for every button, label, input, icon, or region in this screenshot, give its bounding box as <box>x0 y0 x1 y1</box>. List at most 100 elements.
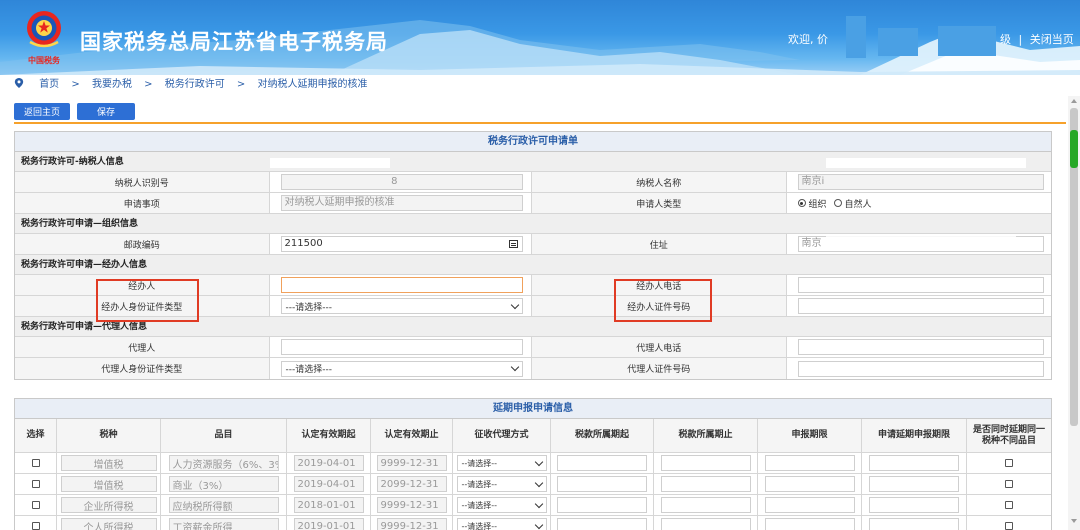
mode-select[interactable]: --请选择-- <box>456 497 547 513</box>
chevron-down-icon <box>510 300 519 309</box>
col-item: 品目 <box>161 419 287 452</box>
taxpayer-name-field: 南京i <box>797 174 1044 190</box>
chevron-down-icon <box>534 520 543 529</box>
col-valid-from: 认定有效期起 <box>287 419 371 452</box>
from-cell: 2018-01-01 <box>293 497 364 513</box>
to-cell: 2099-12-31 <box>376 476 447 492</box>
page-scrollbar[interactable] <box>1068 96 1080 530</box>
radio-org[interactable] <box>797 199 806 207</box>
period-start-input[interactable] <box>557 518 647 530</box>
breadcrumb: 首页 > 我要办税 > 税务行政许可 > 对纳税人延期申报的核准 <box>0 75 1080 95</box>
agent-phone-input[interactable] <box>797 339 1044 355</box>
scroll-marker <box>1070 130 1078 168</box>
period-end-input[interactable] <box>660 476 751 492</box>
form-row: 代理人 代理人电话 <box>15 337 1051 358</box>
same-tax-checkbox[interactable] <box>1005 522 1013 530</box>
period-end-input[interactable] <box>660 455 751 471</box>
return-home-button[interactable]: 返回主页 <box>14 103 70 120</box>
agent-input[interactable] <box>280 339 523 355</box>
handler-idtype-value: ---请选择--- <box>285 302 333 313</box>
redaction-block <box>826 158 1026 168</box>
col-valid-to: 认定有效期止 <box>371 419 453 452</box>
redaction-block <box>846 16 866 58</box>
deadline-input[interactable] <box>764 518 855 530</box>
breadcrumb-home[interactable]: 首页 <box>39 79 59 90</box>
period-start-input[interactable] <box>557 497 647 513</box>
col-same-tax: 是否同时延期同一税种不同品目 <box>972 424 1045 446</box>
emblem-caption: 中国税务 <box>28 55 60 65</box>
redaction-block <box>878 28 918 56</box>
row-checkbox[interactable] <box>31 459 40 467</box>
mode-select-value: --请选择-- <box>461 521 498 530</box>
user-level-link[interactable]: 级 <box>1000 33 1011 46</box>
same-tax-checkbox[interactable] <box>1005 459 1013 467</box>
radio-org-label: 组织 <box>808 199 827 210</box>
section-org: 税务行政许可申请—组织信息 <box>15 214 1051 234</box>
save-button[interactable]: 保存 <box>77 103 135 120</box>
item-cell: 应纳税所得额 <box>168 497 279 513</box>
table-row: 企业所得税 应纳税所得额 2018-01-01 9999-12-31 --请选择… <box>15 495 1051 516</box>
same-tax-checkbox[interactable] <box>1005 480 1013 488</box>
col-delay-deadline: 申请延期申报期限 <box>862 419 967 452</box>
redaction-block <box>938 26 996 56</box>
delay-deadline-input[interactable] <box>869 476 959 492</box>
handler-idtype-select[interactable]: ---请选择--- <box>280 298 523 314</box>
to-cell: 9999-12-31 <box>376 518 447 530</box>
agent-label: 代理人 <box>15 337 270 357</box>
breadcrumb-permit[interactable]: 税务行政许可 <box>165 79 225 90</box>
mode-select[interactable]: --请选择-- <box>456 455 547 471</box>
period-start-input[interactable] <box>557 476 647 492</box>
scroll-up-arrow-icon[interactable] <box>1071 99 1077 103</box>
radio-person[interactable] <box>833 199 842 207</box>
scroll-down-arrow-icon[interactable] <box>1071 519 1077 523</box>
applicant-type-radio-group: 组织 自然人 <box>797 197 872 210</box>
postcode-input[interactable]: 211500 <box>280 236 523 252</box>
close-page-link[interactable]: 关闭当页 <box>1030 33 1074 46</box>
agent-idno-input[interactable] <box>797 360 1044 377</box>
deadline-input[interactable] <box>764 455 855 471</box>
deadline-input[interactable] <box>764 476 855 492</box>
breadcrumb-sep: > <box>71 79 80 90</box>
same-tax-checkbox[interactable] <box>1005 501 1013 509</box>
permit-form-title: 税务行政许可申请单 <box>15 132 1051 152</box>
handler-phone-input[interactable] <box>797 277 1044 293</box>
period-end-input[interactable] <box>660 497 751 513</box>
row-checkbox[interactable] <box>31 480 40 488</box>
delay-deadline-input[interactable] <box>869 455 959 471</box>
form-row: 代理人身份证件类型 ---请选择--- 代理人证件号码 <box>15 358 1051 379</box>
chevron-down-icon <box>534 478 543 487</box>
breadcrumb-sep: > <box>144 79 153 90</box>
keyboard-icon[interactable] <box>508 240 518 248</box>
handler-input[interactable] <box>280 277 523 293</box>
breadcrumb-tax[interactable]: 我要办税 <box>92 79 132 90</box>
deadline-input[interactable] <box>764 497 855 513</box>
address-label: 住址 <box>532 234 787 254</box>
redaction-block <box>270 158 390 168</box>
table-row: 个人所得税 工资薪金所得 2019-01-01 9999-12-31 --请选择… <box>15 516 1051 530</box>
link-separator: | <box>1018 33 1023 46</box>
radio-person-label: 自然人 <box>844 199 872 210</box>
site-title: 国家税务总局江苏省电子税务局 <box>80 30 388 54</box>
mode-select[interactable]: --请选择-- <box>456 476 547 492</box>
mode-select[interactable]: --请选择-- <box>456 518 547 530</box>
taxpayer-id-label: 纳税人识别号 <box>15 172 270 192</box>
chevron-down-icon <box>534 457 543 466</box>
agent-idtype-select[interactable]: ---请选择--- <box>280 360 523 377</box>
period-start-input[interactable] <box>557 455 647 471</box>
highlight-box <box>614 279 712 322</box>
redaction-block <box>826 234 1016 248</box>
breadcrumb-sep: > <box>236 79 246 90</box>
handler-idno-input[interactable] <box>797 298 1044 314</box>
welcome-text: 欢迎, 价 <box>788 33 828 46</box>
section-handler: 税务行政许可申请—经办人信息 <box>15 255 1051 275</box>
row-checkbox[interactable] <box>31 501 40 509</box>
from-cell: 2019-01-01 <box>293 518 364 530</box>
agent-idtype-value: ---请选择--- <box>285 365 333 375</box>
tax-cell: 企业所得税 <box>60 497 157 513</box>
delay-deadline-input[interactable] <box>869 497 959 513</box>
apply-item-field: 对纳税人延期申报的核准 <box>280 195 523 211</box>
delay-deadline-input[interactable] <box>869 518 959 530</box>
period-end-input[interactable] <box>660 518 751 530</box>
row-checkbox[interactable] <box>31 522 40 530</box>
to-cell: 9999-12-31 <box>376 455 447 471</box>
